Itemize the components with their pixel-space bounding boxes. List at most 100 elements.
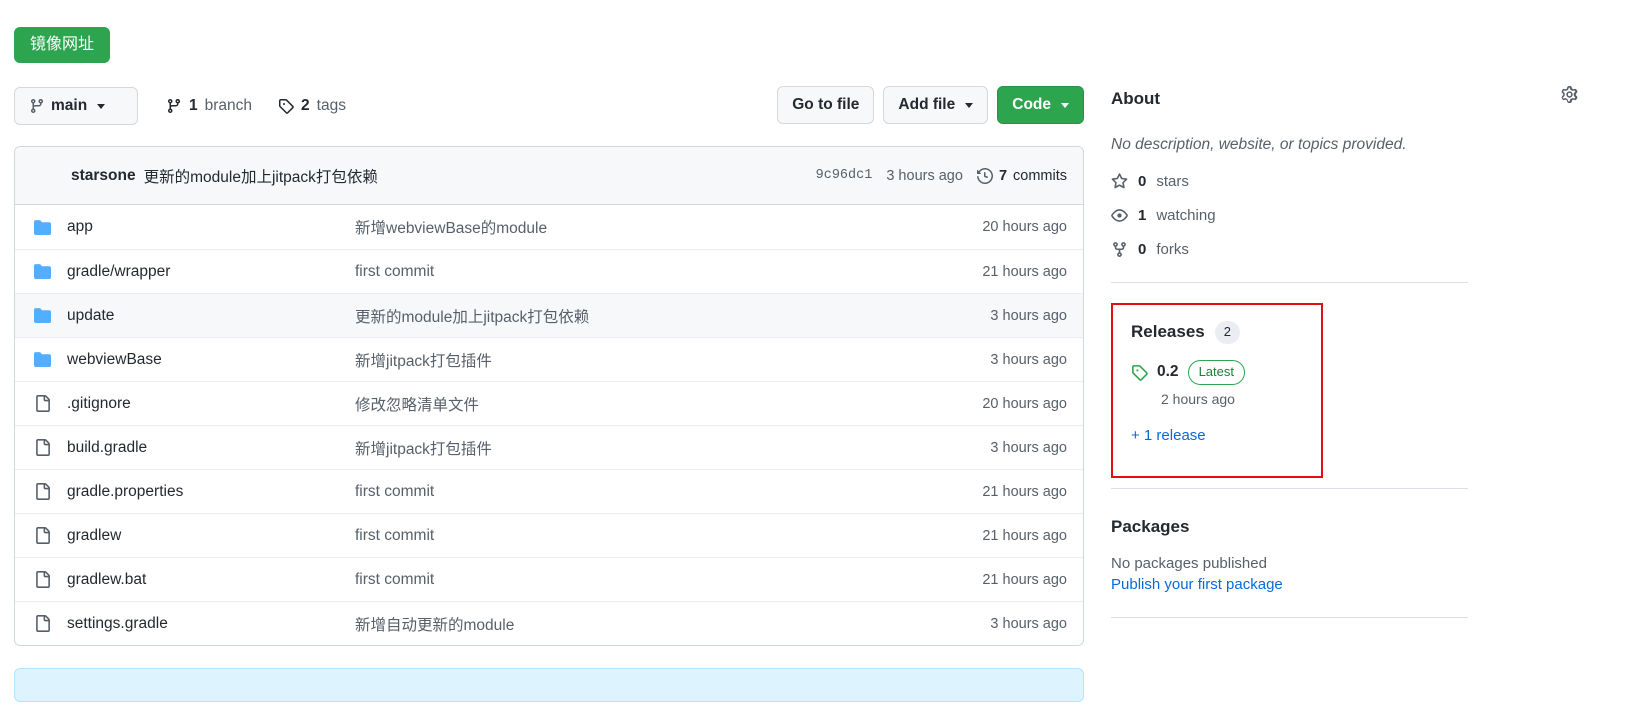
table-row[interactable]: gradle.properties first commit 21 hours ag… (15, 469, 1083, 513)
repository-main-column: main 1 branch 2 tags Go to file Add file… (14, 86, 1084, 702)
branch-count-link[interactable]: 1 branch (166, 97, 252, 115)
mirror-url-badge[interactable]: 镜像网址 (14, 27, 111, 63)
add-file-button[interactable]: Add file (883, 86, 989, 124)
commits-count-link[interactable]: 7 commits (976, 167, 1067, 184)
watching-count: 1 (1138, 207, 1147, 225)
file-name-link[interactable]: gradle.properties (67, 483, 355, 501)
repository-page: 镜像网址 main 1 branch 2 tags Go to file Add… (0, 0, 1643, 722)
table-row[interactable]: gradlew.bat first commit 21 hours ago (15, 557, 1083, 601)
file-name-link[interactable]: app (67, 218, 355, 236)
about-title: About (1111, 88, 1161, 108)
branch-count-label: branch (204, 97, 253, 114)
file-commit-time: 21 hours ago (982, 483, 1067, 500)
sidebar-divider-about (1111, 282, 1468, 284)
code-label: Code (1012, 96, 1051, 113)
table-row[interactable]: app 新增webviewBase的module 20 hours ago (15, 205, 1083, 249)
branch-toolbar: main 1 branch 2 tags Go to file Add file… (14, 86, 1084, 126)
releases-header: Releases 2 (1131, 321, 1323, 344)
branch-selector-button[interactable]: main (14, 87, 138, 125)
file-commit-time: 21 hours ago (982, 263, 1067, 280)
table-row[interactable]: .gitignore 修改忽略清单文件 20 hours ago (15, 381, 1083, 425)
file-icon (31, 527, 53, 544)
bottom-notice-banner (14, 668, 1084, 702)
about-description: No description, website, or topics provi… (1111, 136, 1407, 153)
file-commit-message-link[interactable]: first commit (355, 263, 982, 281)
table-row[interactable]: webviewBase 新增jitpack打包插件 3 hours ago (15, 337, 1083, 381)
file-name-link[interactable]: gradlew (67, 527, 355, 545)
folder-icon (31, 351, 53, 368)
file-commit-message-link[interactable]: 新增jitpack打包插件 (355, 437, 990, 459)
forks-stat[interactable]: 0 forks (1111, 241, 1511, 258)
commits-count-value: 7 (998, 167, 1008, 184)
stars-count: 0 (1138, 173, 1147, 191)
file-commit-message-link[interactable]: 新增自动更新的module (355, 613, 990, 635)
file-name-link[interactable]: .gitignore (67, 395, 355, 413)
go-to-file-button[interactable]: Go to file (777, 86, 875, 124)
release-version: 0.2 (1157, 363, 1179, 381)
sidebar-divider-releases (1111, 487, 1468, 489)
file-icon (31, 615, 53, 632)
file-icon (31, 571, 53, 588)
table-row[interactable]: settings.gradle 新增自动更新的module 3 hours ago (15, 601, 1083, 645)
file-name-link[interactable]: webviewBase (67, 351, 355, 369)
file-commit-message-link[interactable]: first commit (355, 483, 982, 501)
commit-message-link[interactable]: 更新的module加上jitpack打包依赖 (144, 165, 378, 187)
table-row[interactable]: build.gradle 新增jitpack打包插件 3 hours ago (15, 425, 1083, 469)
file-listing: starsone 更新的module加上jitpack打包依赖 9c96dc1 … (14, 146, 1084, 646)
file-name-link[interactable]: build.gradle (67, 439, 355, 457)
releases-section: Releases 2 0.2 Latest 2 hours ago + 1 re… (1111, 303, 1323, 479)
file-commit-time: 21 hours ago (982, 527, 1067, 544)
watching-label: watching (1156, 207, 1216, 225)
file-commit-time: 3 hours ago (990, 351, 1067, 368)
more-releases-link[interactable]: + 1 release (1131, 427, 1323, 444)
commit-sha-link[interactable]: 9c96dc1 (816, 168, 873, 183)
tag-icon (1131, 364, 1148, 381)
repository-sidebar: About No description, website, or topics… (1111, 86, 1578, 656)
file-commit-message-link[interactable]: 更新的module加上jitpack打包依赖 (355, 305, 990, 327)
release-latest-item[interactable]: 0.2 Latest (1131, 359, 1323, 385)
table-row[interactable]: gradle/wrapper first commit 21 hours ago (15, 249, 1083, 293)
eye-icon (1111, 207, 1128, 224)
latest-commit-header: starsone 更新的module加上jitpack打包依赖 9c96dc1 … (15, 147, 1083, 205)
commit-meta: 9c96dc1 3 hours ago 7 commits (816, 168, 1067, 184)
toolbar-actions: Go to file Add file Code (777, 86, 1084, 124)
chevron-down-icon (1061, 102, 1069, 108)
branch-name-label: main (51, 97, 88, 114)
file-name-link[interactable]: gradle/wrapper (67, 263, 355, 281)
branch-icon (29, 98, 45, 114)
packages-section: Packages No packages published Publish y… (1111, 517, 1511, 593)
file-commit-message-link[interactable]: 新增webviewBase的module (355, 216, 982, 238)
file-commit-time: 21 hours ago (982, 571, 1067, 588)
table-row[interactable]: update 更新的module加上jitpack打包依赖 3 hours ago (15, 293, 1083, 337)
about-header: About (1111, 86, 1578, 112)
file-commit-message-link[interactable]: 新增jitpack打包插件 (355, 349, 990, 371)
sidebar-next-section-title (1111, 644, 1511, 656)
folder-icon (31, 219, 53, 236)
fork-icon (1111, 241, 1128, 258)
folder-icon (31, 263, 53, 280)
code-button[interactable]: Code (997, 86, 1084, 124)
file-name-link[interactable]: settings.gradle (67, 615, 355, 633)
forks-label: forks (1156, 241, 1189, 259)
file-commit-message-link[interactable]: first commit (355, 571, 982, 589)
add-file-label: Add file (898, 96, 956, 113)
tag-count-value: 2 (301, 97, 310, 114)
file-commit-message-link[interactable]: 修改忽略清单文件 (355, 393, 982, 415)
commit-date: 3 hours ago (886, 167, 963, 184)
branch-count-value: 1 (189, 97, 198, 114)
table-row[interactable]: gradlew first commit 21 hours ago (15, 513, 1083, 557)
file-name-link[interactable]: gradlew.bat (67, 571, 355, 589)
folder-icon (31, 307, 53, 324)
tag-count-link[interactable]: 2 tags (278, 97, 346, 115)
gear-icon[interactable] (1561, 86, 1578, 103)
watching-stat[interactable]: 1 watching (1111, 207, 1511, 224)
releases-title: Releases (1131, 322, 1205, 342)
publish-package-link[interactable]: Publish your first package (1111, 576, 1511, 593)
file-commit-message-link[interactable]: first commit (355, 527, 982, 545)
stars-stat[interactable]: 0 stars (1111, 173, 1511, 190)
file-name-link[interactable]: update (67, 307, 355, 325)
commit-author-link[interactable]: starsone (71, 167, 136, 185)
chevron-down-icon (97, 103, 106, 109)
forks-count: 0 (1138, 241, 1147, 259)
packages-title: Packages (1111, 516, 1190, 536)
